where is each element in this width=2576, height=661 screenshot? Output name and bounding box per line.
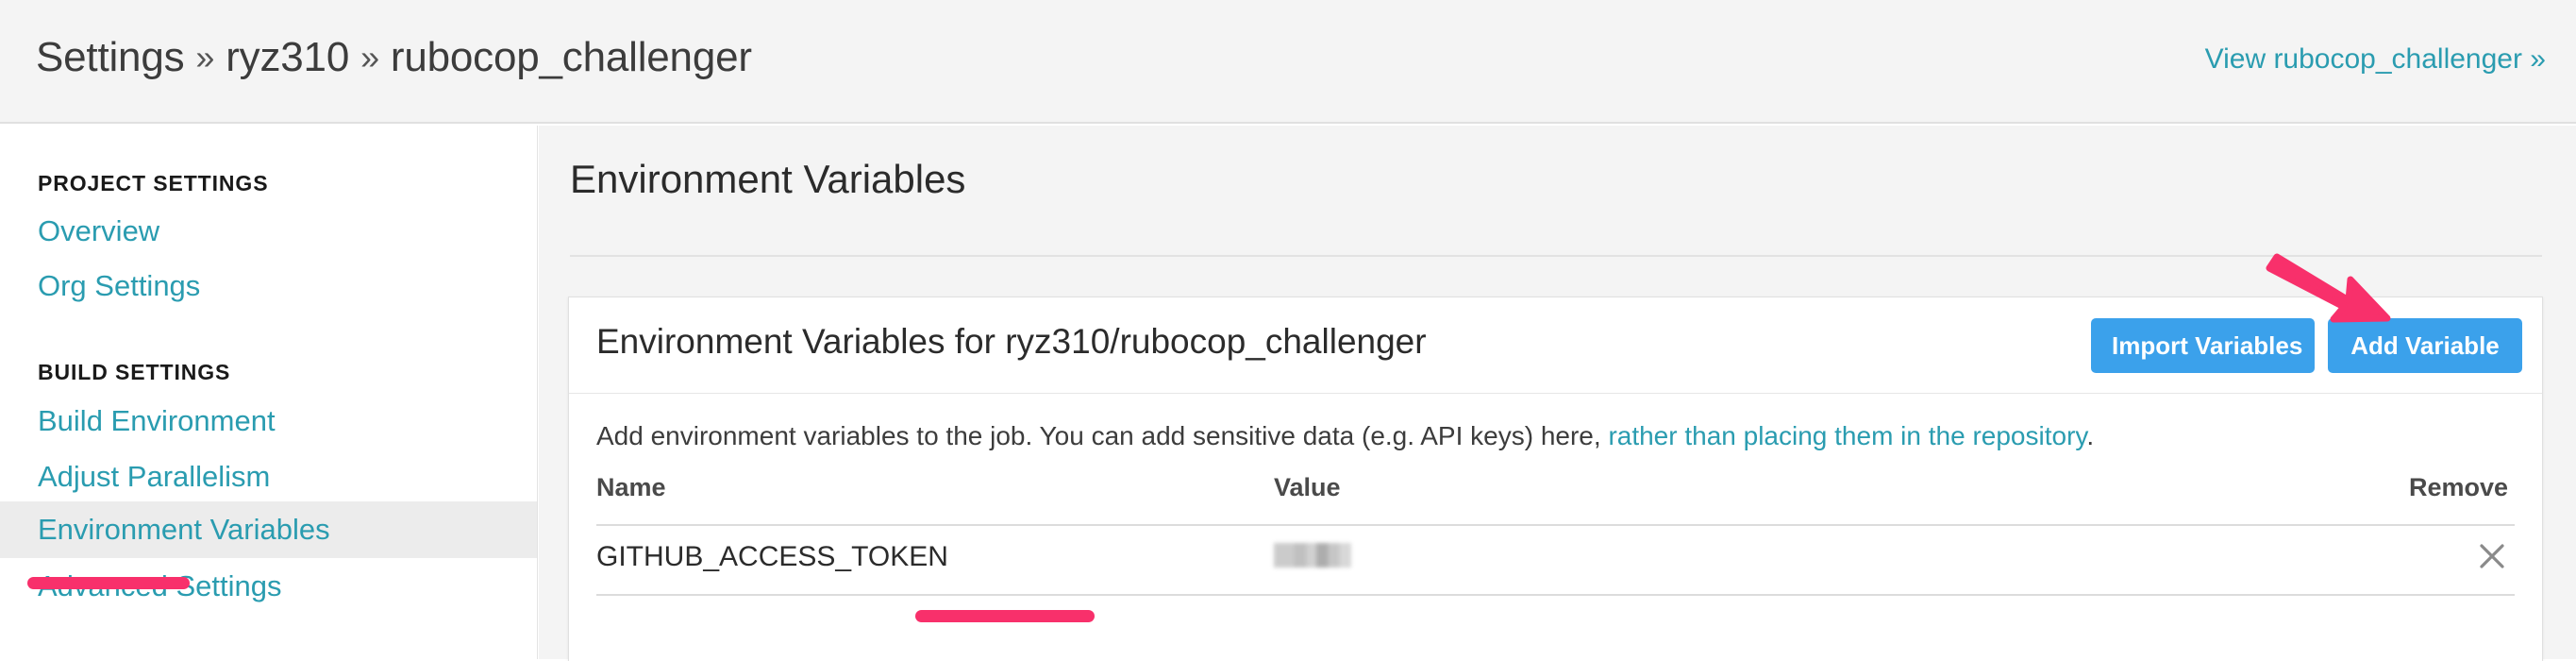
column-header-name: Name — [596, 473, 666, 501]
breadcrumb-item-org[interactable]: ryz310 — [226, 34, 349, 80]
sidebar-group-title-project-settings: PROJECT SETTINGS — [38, 171, 269, 195]
title-divider — [570, 255, 2542, 257]
table-header-row: Name Value Remove — [596, 473, 2515, 526]
masked-value-swatch — [1274, 543, 1351, 568]
main-content: Environment Variables Environment Variab… — [539, 126, 2576, 661]
sidebar-item-build-environment[interactable]: Build Environment — [0, 393, 537, 449]
sidebar-item-label-adjust-parallelism: Adjust Parallelism — [38, 460, 271, 493]
remove-variable-button[interactable] — [2473, 537, 2511, 575]
breadcrumb-separator-2: » — [360, 38, 379, 76]
add-variable-button[interactable]: Add Variable — [2328, 318, 2522, 373]
sidebar-item-advanced-settings[interactable]: Advanced Settings — [0, 558, 537, 615]
sidebar-item-label-org-settings: Org Settings — [38, 269, 201, 302]
sidebar-item-label-overview: Overview — [38, 214, 160, 247]
settings-sidebar: PROJECT SETTINGS Overview Org Settings B… — [0, 126, 538, 659]
table-row: GITHUB_ACCESS_TOKEN — [596, 526, 2515, 596]
sidebar-item-org-settings[interactable]: Org Settings — [0, 258, 537, 314]
sidebar-item-label-advanced-settings: Advanced Settings — [38, 569, 282, 602]
card-description-text-after: . — [2086, 421, 2095, 450]
page-title: Environment Variables — [570, 157, 966, 201]
column-header-remove: Remove — [2408, 473, 2508, 501]
variable-value-cell — [1274, 543, 1351, 568]
card-title: Environment Variables for ryz310/rubocop… — [596, 322, 1427, 361]
variable-name-cell: GITHUB_ACCESS_TOKEN — [596, 541, 948, 572]
sidebar-item-label-build-environment: Build Environment — [38, 404, 276, 437]
sidebar-group-title-build-settings: BUILD SETTINGS — [38, 360, 231, 384]
card-description: Add environment variables to the job. Yo… — [596, 421, 2094, 451]
sidebar-item-overview[interactable]: Overview — [0, 203, 537, 260]
card-header: Environment Variables for ryz310/rubocop… — [569, 297, 2542, 394]
environment-variables-card: Environment Variables for ryz310/rubocop… — [568, 297, 2543, 661]
breadcrumb: Settings » ryz310 » rubocop_challenger — [36, 34, 752, 81]
import-variables-button[interactable]: Import Variables — [2091, 318, 2315, 373]
breadcrumb-separator-1: » — [195, 38, 215, 76]
sidebar-item-environment-variables[interactable]: Environment Variables — [0, 501, 537, 558]
sidebar-item-label-environment-variables: Environment Variables — [38, 513, 330, 546]
breadcrumb-item-settings[interactable]: Settings — [36, 34, 185, 80]
close-icon — [2480, 544, 2504, 568]
repository-doc-link[interactable]: rather than placing them in the reposito… — [1608, 421, 2086, 450]
environment-variables-table: Name Value Remove GITHUB_ACCESS_TOKEN — [596, 473, 2515, 596]
sidebar-item-adjust-parallelism[interactable]: Adjust Parallelism — [0, 449, 537, 505]
card-description-text-before: Add environment variables to the job. Yo… — [596, 421, 1609, 450]
view-project-link[interactable]: View rubocop_challenger » — [2205, 43, 2546, 76]
top-header-bar: Settings » ryz310 » rubocop_challenger View … — [0, 0, 2576, 124]
breadcrumb-item-project[interactable]: rubocop_challenger — [391, 34, 752, 80]
column-header-value: Value — [1274, 473, 1341, 501]
